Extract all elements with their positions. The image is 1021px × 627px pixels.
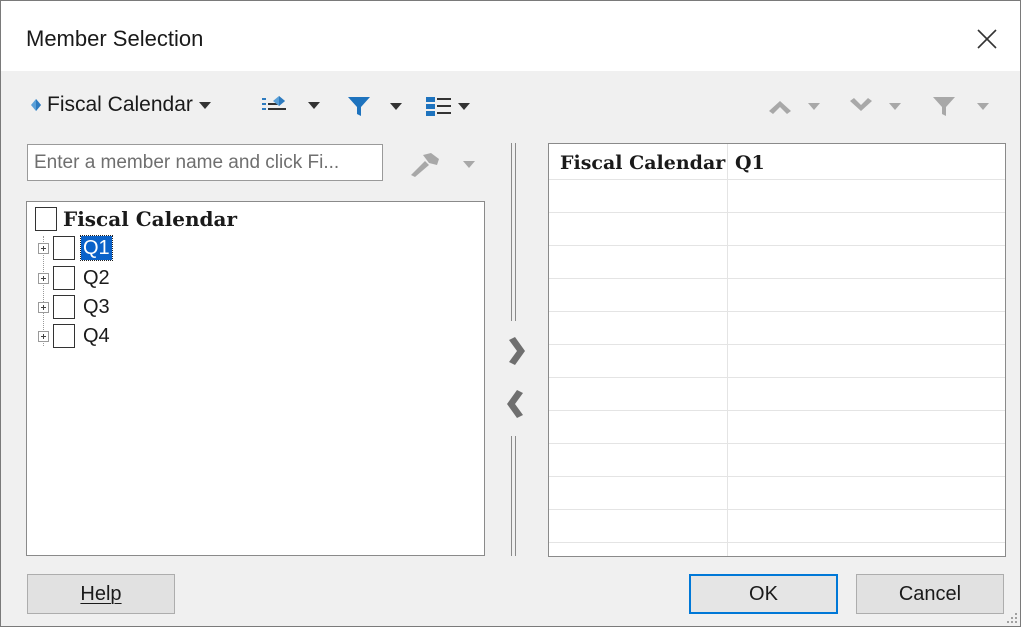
chevron-down-icon[interactable] [458, 102, 470, 110]
find-button[interactable] [409, 151, 475, 177]
move-down-icon [850, 98, 872, 111]
tree-item-checkbox[interactable] [53, 236, 75, 260]
ok-button[interactable]: OK [689, 574, 838, 614]
selection-dimension-cell[interactable]: Fiscal Calendar [560, 152, 725, 174]
splitter-bottom[interactable] [510, 436, 520, 556]
resize-grip-icon[interactable] [1006, 612, 1018, 624]
view-options-button[interactable] [424, 94, 470, 118]
title-bar: Member Selection [1, 1, 1020, 71]
tree-item[interactable]: Q2 [38, 264, 112, 292]
expand-icon[interactable] [38, 272, 49, 284]
grid-row-line [549, 212, 1005, 213]
chevron-down-icon[interactable] [889, 102, 901, 110]
tree-root-checkbox[interactable] [35, 207, 57, 231]
grid-row-line [549, 245, 1005, 246]
grid-row-line [549, 509, 1005, 510]
cancel-button-label: Cancel [898, 582, 962, 605]
filter-selected-icon [933, 97, 955, 116]
move-down-button[interactable] [847, 94, 901, 118]
expand-icon[interactable] [38, 242, 49, 254]
grid-row-line [549, 476, 1005, 477]
member-selection-dialog: Member Selection Fiscal Calendar Enter a… [0, 0, 1021, 627]
grid-row-line [549, 344, 1005, 345]
selection-grid: Fiscal Calendar Q1 [548, 143, 1006, 557]
close-icon[interactable] [976, 28, 998, 50]
tree-item-label[interactable]: Q2 [81, 266, 112, 290]
chevron-down-icon[interactable] [390, 102, 402, 110]
view-options-icon [426, 97, 451, 116]
tree-root-label: Fiscal Calendar [63, 207, 237, 231]
filter-icon [348, 97, 370, 116]
chevron-down-icon[interactable] [808, 102, 820, 110]
grid-row-line [549, 278, 1005, 279]
move-up-button[interactable] [766, 94, 820, 118]
wand-icon [411, 153, 439, 177]
tree-item-checkbox[interactable] [53, 266, 75, 290]
grid-row-line [549, 542, 1005, 543]
grid-row-line [549, 311, 1005, 312]
selection-header-row: Fiscal Calendar Q1 [549, 144, 1005, 180]
expand-icon[interactable] [38, 330, 49, 342]
tree-item-label[interactable]: Q1 [80, 235, 113, 261]
add-arrow-icon[interactable] [505, 336, 527, 366]
grid-row-line [549, 443, 1005, 444]
tree-item[interactable]: Q3 [38, 293, 112, 321]
tree-item-checkbox[interactable] [53, 324, 75, 348]
move-up-icon [769, 101, 791, 114]
cancel-button[interactable]: Cancel [856, 574, 1004, 614]
tree-item[interactable]: Q4 [38, 322, 112, 350]
tree-item[interactable]: Q1 [38, 234, 113, 262]
help-button-label: Help [80, 582, 122, 605]
dialog-title: Member Selection [26, 26, 204, 51]
ok-button-label: OK [749, 582, 778, 605]
chevron-down-icon [198, 101, 211, 109]
expand-icon[interactable] [38, 301, 49, 313]
tree-item-label[interactable]: Q3 [81, 295, 112, 319]
chevron-down-icon[interactable] [308, 101, 320, 109]
chevron-down-icon[interactable] [977, 102, 989, 110]
dimension-dropdown[interactable]: Fiscal Calendar [31, 91, 211, 119]
member-display-icon [262, 96, 286, 110]
help-button[interactable]: Help [27, 574, 175, 614]
grid-column-divider [727, 144, 728, 556]
member-tree: Fiscal Calendar Q1 Q2 Q3 Q4 [26, 201, 485, 556]
remove-arrow-icon[interactable] [505, 389, 527, 419]
splitter-top[interactable] [510, 143, 520, 321]
tree-root[interactable]: Fiscal Calendar [35, 205, 237, 233]
tree-item-label[interactable]: Q4 [81, 324, 112, 348]
grid-row-line [549, 410, 1005, 411]
chevron-down-icon[interactable] [463, 160, 475, 168]
tree-item-checkbox[interactable] [53, 295, 75, 319]
filter-selected-button[interactable] [931, 94, 989, 118]
search-input[interactable] [27, 144, 383, 181]
member-display-button[interactable] [260, 94, 320, 116]
grid-row-line [549, 377, 1005, 378]
grid-row-line [549, 179, 1005, 180]
filter-button[interactable] [346, 94, 402, 118]
selection-member-cell[interactable]: Q1 [735, 152, 765, 174]
dimension-label: Fiscal Calendar [47, 93, 193, 116]
dimension-icon [31, 99, 41, 111]
